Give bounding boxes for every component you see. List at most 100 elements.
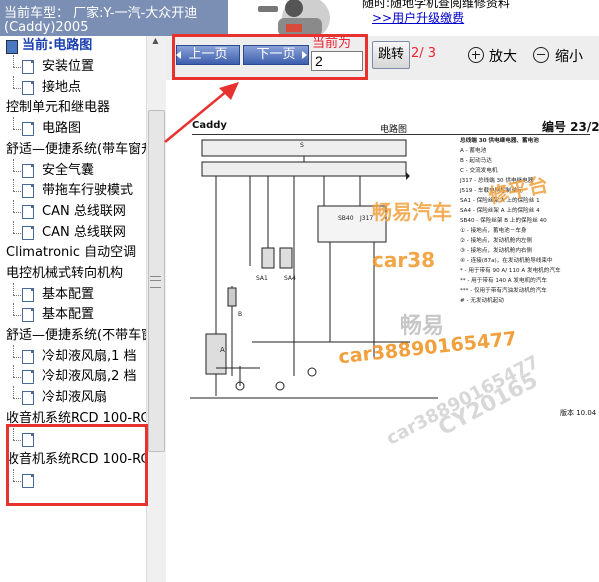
legend-row: ④ - 连接(87a)，在发动机舱导线束中 — [460, 258, 553, 264]
document-icon — [22, 350, 34, 364]
legend-block: 总线端 30 供电继电器、蓄电池 A - 蓄电池 B - 起动马达 C - 交流发电… — [460, 136, 599, 306]
tree-leaf[interactable]: 带拖车行驶模式 — [0, 179, 146, 201]
legend-row: ① - 接地点，蓄电池－车身 — [460, 228, 527, 234]
tree-leaf-label: 基本配置 — [42, 307, 95, 322]
legend-row: *** - 仅用于带有汽油发动机的汽车 — [460, 288, 547, 294]
tree-current-label: 当前:电路图 — [22, 38, 93, 53]
tree-leaf[interactable]: 安全气囊 — [0, 159, 146, 181]
tree-group[interactable]: 电控机械式转向机构 — [0, 264, 146, 284]
tree-connector — [13, 159, 14, 171]
tree-connector — [13, 377, 21, 378]
svg-text:SA4: SA4 — [284, 275, 296, 282]
tree-connector — [13, 129, 21, 130]
tree-leaf-label: 接地点 — [42, 80, 82, 95]
tree-leaf-label: 安装位置 — [42, 59, 95, 74]
zoom-in-icon — [468, 47, 484, 63]
tree-connector — [13, 283, 14, 295]
tree-leaf-label: 冷却液风扇,2 档 — [42, 369, 137, 384]
tree-leaf[interactable]: 冷却液风扇 — [0, 386, 146, 408]
tree-leaf-label: 冷却液风扇 — [42, 390, 108, 405]
tree-connector — [13, 200, 14, 212]
document-icon — [22, 370, 34, 384]
tree-leaf[interactable]: 电路图 — [0, 117, 146, 139]
page-count: 2/ 3 — [411, 46, 437, 61]
tree-connector — [13, 295, 21, 296]
tree-connector — [13, 303, 14, 315]
scroll-up-icon[interactable]: ▲ — [148, 36, 163, 50]
tree-leaf-label: 电路图 — [42, 121, 82, 136]
tree-leaf-label: 基本配置 — [42, 287, 95, 302]
tree-connector — [13, 179, 14, 191]
legend-row: SB40 - 保险丝架 B 上的保险丝 40 — [460, 218, 547, 224]
svg-text:S: S — [300, 142, 304, 149]
scrollbar-grip-icon — [150, 276, 161, 288]
legend-row: * - 用于带有 90 A/ 110 A 发电机的汽车 — [460, 268, 561, 274]
tree-leaf[interactable]: 冷却液风扇,2 档 — [0, 365, 146, 387]
document-icon — [22, 288, 34, 302]
tree-leaf[interactable]: 冷却液风扇,1 档 — [0, 345, 146, 367]
vehicle-line-1: 当前车型： 厂家:Y-一汽-大众开迪 — [4, 6, 198, 21]
legend-row: B - 起动马达 — [460, 158, 492, 164]
mechanic-logo — [228, 0, 350, 36]
tree-leaf[interactable]: 基本配置 — [0, 303, 146, 325]
tree-leaf-label: 安全气囊 — [42, 163, 95, 178]
tree-leaf[interactable]: 安装位置 — [0, 55, 146, 77]
mechanic-icon — [258, 0, 330, 36]
book-icon — [6, 40, 18, 54]
document-icon — [22, 391, 34, 405]
tree-connector — [13, 315, 21, 316]
document-icon — [22, 308, 34, 322]
vehicle-info-bar: 当前车型： 厂家:Y-一汽-大众开迪 (Caddy)2005 — [0, 0, 228, 36]
vehicle-line-2: (Caddy)2005 — [4, 20, 89, 35]
legend-row: ③ - 接地点，发动机舱内右侧 — [460, 248, 533, 254]
doc-number: 编号 23/2 — [542, 120, 599, 134]
tree-connector — [13, 191, 21, 192]
svg-text:A: A — [220, 346, 225, 354]
tree-group-label: 舒适—便捷系统(带车窗升 — [6, 142, 146, 157]
document-icon — [22, 60, 34, 74]
legend-row: SA4 - 保险丝架 A 上的保险丝 4 — [460, 208, 540, 214]
tree-group-label: Climatronic 自动空调 — [6, 245, 137, 260]
tree-highlight — [6, 424, 148, 506]
svg-text:B: B — [238, 311, 242, 318]
tree-group-label: 电控机械式转向机构 — [6, 266, 124, 281]
tree-group-label: 舒适—便捷系统(不带车窗 — [6, 328, 146, 343]
tree-leaf[interactable]: CAN 总线联网 — [0, 200, 146, 222]
annotation-arrow-icon — [164, 82, 239, 143]
tree-connector — [13, 76, 14, 88]
tree-leaf[interactable]: 基本配置 — [0, 283, 146, 305]
document-icon — [22, 164, 34, 178]
tree-group[interactable]: 舒适—便捷系统(不带车窗 — [0, 326, 146, 346]
document-icon — [22, 205, 34, 219]
upgrade-link[interactable]: >>用户升级缴费 — [372, 9, 464, 26]
tree-group[interactable]: 舒适—便捷系统(带车窗升 — [0, 140, 146, 160]
tree-group[interactable]: Climatronic 自动空调 — [0, 243, 146, 263]
tree-group[interactable]: 控制单元和继电器 — [0, 98, 146, 118]
tree-leaf-label: 带拖车行驶模式 — [42, 183, 134, 198]
tree-connector — [13, 398, 21, 399]
notice-area: 随时:随地学机查阅维修资料 >>用户升级缴费 — [350, 0, 599, 36]
tree-connector — [13, 117, 14, 129]
tree-leaf-label: 冷却液风扇,1 档 — [42, 349, 137, 364]
zoom-out-icon — [533, 47, 549, 63]
tree-leaf-label: CAN 总线联网 — [42, 225, 126, 240]
legend-title: 总线端 30 供电继电器、蓄电池 — [460, 138, 539, 144]
tree-connector — [13, 345, 14, 357]
tree-leaf[interactable]: CAN 总线联网 — [0, 221, 146, 243]
tree-connector — [13, 212, 21, 213]
tree-connector — [13, 221, 14, 233]
document-icon — [22, 226, 34, 240]
tree-leaf-label: CAN 总线联网 — [42, 204, 126, 219]
watermark-3: car38 — [372, 248, 436, 272]
watermark-1: 畅易汽车 — [372, 200, 452, 224]
doc-version: 版本 10.04 — [560, 409, 597, 417]
jump-button[interactable]: 跳转 — [372, 41, 410, 69]
legend-row: ** - 用于带有 140 A 发电机的汽车 — [460, 278, 547, 284]
tree-connector — [13, 386, 14, 398]
tree-group-label: 控制单元和继电器 — [6, 100, 111, 115]
legend-row: A - 蓄电池 — [460, 148, 487, 154]
svg-text:SA1: SA1 — [256, 275, 268, 282]
tree-leaf[interactable]: 接地点 — [0, 76, 146, 98]
document-icon — [22, 184, 34, 198]
document-icon — [22, 122, 34, 136]
